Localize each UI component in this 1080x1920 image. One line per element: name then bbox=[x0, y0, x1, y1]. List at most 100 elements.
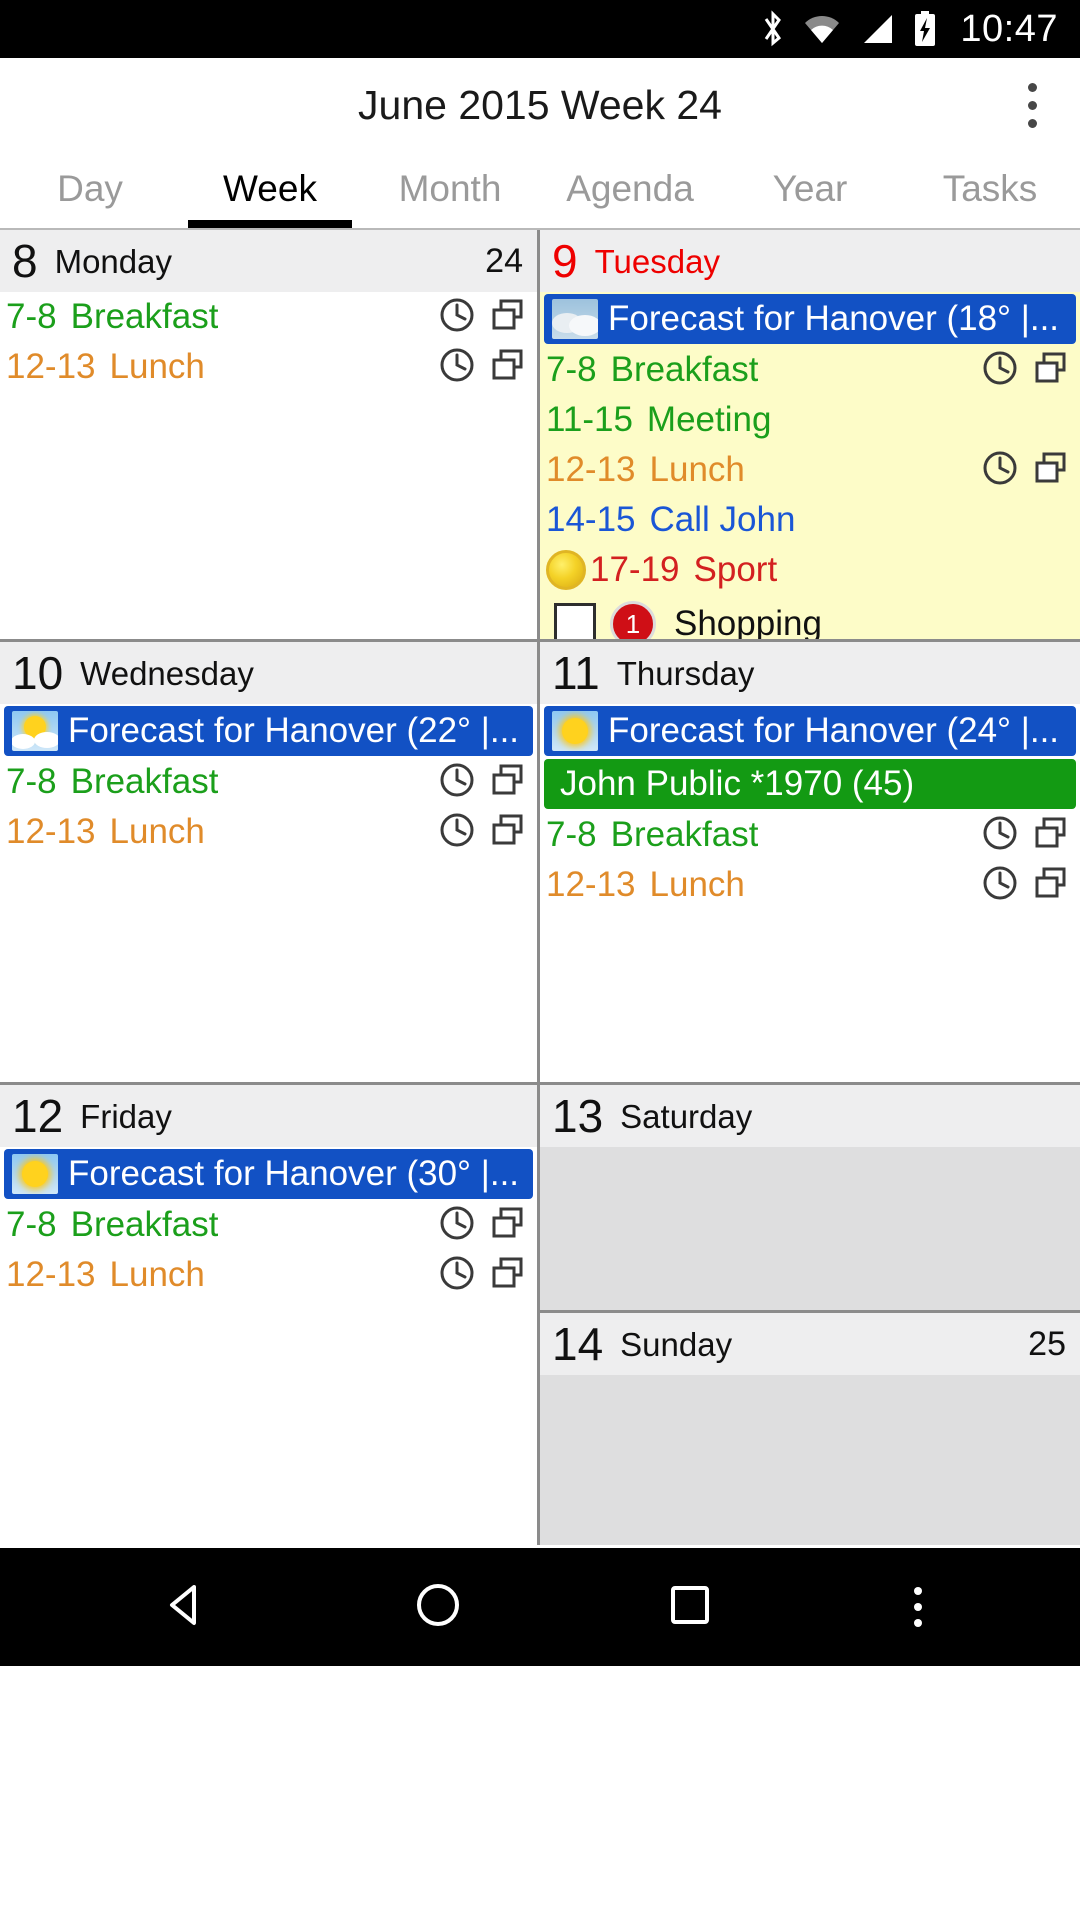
event-row[interactable]: 7-8 Breakfast bbox=[0, 292, 537, 342]
recents-square-icon[interactable] bbox=[662, 1577, 718, 1638]
day-header[interactable]: 10 Wednesday bbox=[0, 642, 537, 704]
repeat-icon[interactable] bbox=[489, 346, 527, 389]
event-title: Sport bbox=[693, 550, 778, 589]
clock-icon[interactable] bbox=[438, 811, 476, 854]
event-row[interactable]: 12-13 Lunch bbox=[0, 1250, 537, 1300]
tab-label: Month bbox=[398, 167, 502, 209]
task-checkbox[interactable] bbox=[554, 603, 596, 639]
event-row[interactable]: 11-15 Meeting bbox=[540, 395, 1080, 445]
day-header[interactable]: 9 Tuesday bbox=[540, 230, 1080, 292]
repeat-icon[interactable] bbox=[489, 296, 527, 339]
day-name: Thursday bbox=[616, 654, 755, 692]
clock-icon[interactable] bbox=[981, 449, 1019, 492]
event-title: Lunch bbox=[109, 1255, 205, 1294]
day-events-list: 7-8 Breakfast 12-13 Lunch bbox=[0, 292, 537, 639]
day-cell-thursday[interactable]: 11 Thursday Forecast for Hanover (24° |...… bbox=[540, 642, 1080, 1082]
battery-charging-icon bbox=[912, 10, 938, 48]
repeat-icon[interactable] bbox=[1032, 349, 1070, 392]
event-icons bbox=[971, 449, 1070, 492]
event-title: Lunch bbox=[109, 347, 205, 386]
weather-sunny-icon bbox=[552, 711, 598, 751]
day-events-list: Forecast for Hanover (22° |... 7-8 Breakfa… bbox=[0, 704, 537, 1082]
tab-tasks[interactable]: Tasks bbox=[900, 153, 1080, 228]
overflow-dot bbox=[1027, 119, 1037, 128]
event-row[interactable]: 7-8 Breakfast bbox=[540, 810, 1080, 860]
clock-icon[interactable] bbox=[981, 814, 1019, 857]
tab-label: Agenda bbox=[566, 167, 694, 209]
repeat-icon[interactable] bbox=[1032, 449, 1070, 492]
event-row[interactable]: 14-15 Call John bbox=[540, 495, 1080, 545]
day-number: 12 bbox=[12, 1090, 64, 1142]
day-cell-sunday[interactable]: 14 Sunday 25 bbox=[540, 1313, 1080, 1545]
weather-event[interactable]: Forecast for Hanover (18° |... bbox=[544, 294, 1076, 344]
overflow-menu-icon[interactable] bbox=[1002, 68, 1062, 144]
day-cell-friday[interactable]: 12 Friday Forecast for Hanover (30° |... 7-… bbox=[0, 1085, 540, 1545]
event-row[interactable]: 17-19 Sport bbox=[540, 545, 1080, 595]
event-time: 12-13 bbox=[6, 1255, 96, 1294]
repeat-icon[interactable] bbox=[1032, 814, 1070, 857]
day-events-list: Forecast for Hanover (30° |... 7-8 Breakfa… bbox=[0, 1147, 537, 1545]
event-icons bbox=[428, 1204, 527, 1247]
day-number: 11 bbox=[552, 647, 600, 699]
day-events-list: Forecast for Hanover (24° |... John Publi… bbox=[540, 704, 1080, 1082]
clock-icon[interactable] bbox=[981, 864, 1019, 907]
event-icons bbox=[971, 864, 1070, 907]
tab-label: Year bbox=[772, 167, 848, 209]
event-title: John Public *1970 (45) bbox=[560, 764, 915, 803]
event-row[interactable]: 12-13 Lunch bbox=[540, 445, 1080, 495]
tab-month[interactable]: Month bbox=[360, 153, 540, 228]
menu-dots-icon[interactable] bbox=[914, 1587, 922, 1627]
day-cell-monday[interactable]: 8 Monday 24 7-8 Breakfast 12-13 Lunch bbox=[0, 230, 540, 639]
weather-event[interactable]: Forecast for Hanover (22° |... bbox=[4, 706, 533, 756]
event-row[interactable]: 12-13 Lunch bbox=[0, 807, 537, 857]
repeat-icon[interactable] bbox=[489, 811, 527, 854]
day-header[interactable]: 14 Sunday 25 bbox=[540, 1313, 1080, 1375]
nav-dot bbox=[914, 1619, 922, 1627]
day-header[interactable]: 12 Friday bbox=[0, 1085, 537, 1147]
event-time: 12-13 bbox=[546, 865, 636, 904]
event-row[interactable]: 7-8 Breakfast bbox=[0, 757, 537, 807]
tab-day[interactable]: Day bbox=[0, 153, 180, 228]
day-header[interactable]: 8 Monday 24 bbox=[0, 230, 537, 292]
birthday-event[interactable]: John Public *1970 (45) bbox=[544, 759, 1076, 809]
weather-event[interactable]: Forecast for Hanover (30° |... bbox=[4, 1149, 533, 1199]
clock-icon[interactable] bbox=[438, 761, 476, 804]
weekend-stack: 13 Saturday 14 Sunday 25 bbox=[540, 1085, 1080, 1545]
task-row[interactable]: 1 Shopping bbox=[540, 595, 1080, 639]
event-title: Forecast for Hanover (24° |... bbox=[608, 711, 1060, 750]
event-time: 7-8 bbox=[6, 1205, 57, 1244]
back-triangle-icon[interactable] bbox=[158, 1577, 214, 1638]
event-time: 12-13 bbox=[6, 812, 96, 851]
event-icons bbox=[428, 346, 527, 389]
clock-icon[interactable] bbox=[438, 296, 476, 339]
event-row[interactable]: 7-8 Breakfast bbox=[540, 345, 1080, 395]
clock-icon[interactable] bbox=[438, 346, 476, 389]
repeat-icon[interactable] bbox=[1032, 864, 1070, 907]
event-row[interactable]: 12-13 Lunch bbox=[0, 342, 537, 392]
clock-icon[interactable] bbox=[981, 349, 1019, 392]
clock-icon[interactable] bbox=[438, 1254, 476, 1297]
repeat-icon[interactable] bbox=[489, 1204, 527, 1247]
clock-icon[interactable] bbox=[438, 1204, 476, 1247]
day-cell-wednesday[interactable]: 10 Wednesday Forecast for Hanover (22° |..… bbox=[0, 642, 540, 1082]
day-header[interactable]: 11 Thursday bbox=[540, 642, 1080, 704]
repeat-icon[interactable] bbox=[489, 761, 527, 804]
event-time: 7-8 bbox=[546, 815, 597, 854]
day-cell-tuesday[interactable]: 9 Tuesday Forecast for Hanover (18° |... 7-… bbox=[540, 230, 1080, 639]
tab-year[interactable]: Year bbox=[720, 153, 900, 228]
tab-week[interactable]: Week bbox=[180, 153, 360, 228]
day-header[interactable]: 13 Saturday bbox=[540, 1085, 1080, 1147]
event-row[interactable]: 12-13 Lunch bbox=[540, 860, 1080, 910]
repeat-icon[interactable] bbox=[489, 1254, 527, 1297]
nav-dot bbox=[914, 1587, 922, 1595]
event-row[interactable]: 7-8 Breakfast bbox=[0, 1200, 537, 1250]
wifi-icon bbox=[802, 13, 842, 45]
weather-event[interactable]: Forecast for Hanover (24° |... bbox=[544, 706, 1076, 756]
home-circle-icon[interactable] bbox=[410, 1577, 466, 1638]
tab-agenda[interactable]: Agenda bbox=[540, 153, 720, 228]
day-name: Monday bbox=[54, 242, 172, 280]
week-row: 10 Wednesday Forecast for Hanover (22° |..… bbox=[0, 642, 1080, 1085]
day-cell-saturday[interactable]: 13 Saturday bbox=[540, 1085, 1080, 1313]
system-navigation-bar bbox=[0, 1548, 1080, 1666]
event-icons bbox=[971, 814, 1070, 857]
